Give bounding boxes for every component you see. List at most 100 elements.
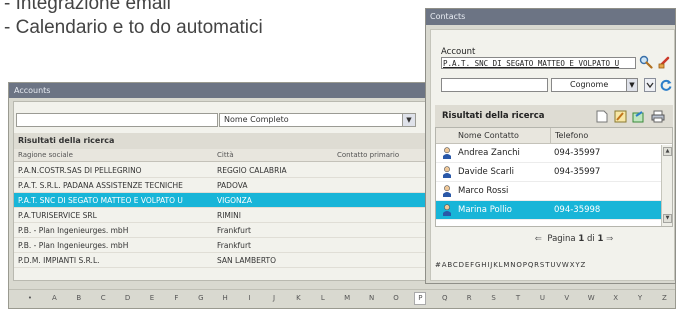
clear-account-icon[interactable] [657,55,671,69]
print-icon[interactable] [651,110,665,123]
column-header-ragione-sociale[interactable]: Ragione sociale [18,149,73,162]
alphabet-letter[interactable]: T [512,294,524,302]
table-row[interactable]: P.A.T. S.R.L. PADANA ASSISTENZE TECNICHE… [14,178,429,193]
alphabet-letter[interactable]: W [585,294,597,302]
cell-city: VIGONZA [217,196,252,205]
alphabet-letter[interactable]: Q [439,294,451,302]
alphabet-letter[interactable]: R [463,294,475,302]
alphabet-letter[interactable]: B [73,294,85,302]
prev-page-icon[interactable]: ⇐ [535,234,542,244]
pager-prefix: Pagina [547,234,576,244]
table-row[interactable]: P.A.T. SNC DI SEGATO MATTEO E VOLPATO U V… [14,193,429,208]
pager-sep: di [586,234,595,244]
alphabet-letter[interactable]: D [122,294,134,302]
chevron-down-icon[interactable]: ▼ [402,114,415,126]
table-row[interactable]: Davide Scarli 094-35997 [436,163,672,182]
alphabet-letter[interactable]: F [170,294,182,302]
cell-name: P.D.M. IMPIANTI S.R.L. [18,256,100,265]
cell-city: REGGIO CALABRIA [217,166,287,175]
pager-current: 1 [578,234,585,244]
accounts-panel: Nome Completo ▼ Risultati della ricerca … [13,101,430,281]
alphabet-letter[interactable]: L [317,294,329,302]
cell-name: P.B. - Plan Ingenieurges. mbH [18,241,129,250]
column-header-citta[interactable]: Città [217,149,234,162]
alphabet-letter[interactable]: G [195,294,207,302]
edit-icon[interactable] [614,110,627,123]
contacts-table-header: Nome Contatto Telefono [436,128,672,144]
cell-name: Marco Rossi [458,186,509,196]
alphabet-letter[interactable]: X [610,294,622,302]
cell-phone: 094-35998 [554,205,601,215]
alphabet-letter[interactable]: Y [634,294,646,302]
alphabet-letter[interactable]: E [146,294,158,302]
contacts-panel: Account P.A.T. SNC DI SEGATO MATTEO E VO… [430,29,675,281]
bullet-item: - Calendario e to do automatici [4,17,263,38]
contacts-alphabet-bar[interactable]: #ABCDEFGHIJKLMNOPQRSTUVWXYZ [435,261,673,269]
sync-icon[interactable] [632,110,645,123]
alphabet-letter[interactable]: C [97,294,109,302]
accounts-alphabet-bar: • A B C D E F G H I J K L M N O P Q R S T U V W X Y Z [9,289,675,307]
cell-name: P.A.N.COSTR.SAS DI PELLEGRINO [18,166,142,175]
alphabet-letter[interactable]: V [561,294,573,302]
scroll-up-icon[interactable]: ▲ [663,147,672,156]
table-row[interactable]: P.D.M. IMPIANTI S.R.L. SAN LAMBERTO [14,253,429,268]
cell-city: PADOVA [217,181,248,190]
scroll-down-icon[interactable]: ▼ [663,214,672,223]
alphabet-letter[interactable]: Z [658,294,670,302]
alphabet-letter[interactable]: K [292,294,304,302]
alphabet-letter[interactable]: H [219,294,231,302]
contacts-search-mode-value: Cognome [570,80,609,89]
contacts-search-mode-select[interactable]: Cognome ▼ [551,78,638,92]
new-document-icon[interactable] [596,110,608,123]
cell-phone: 094-35997 [554,148,601,158]
alphabet-letter[interactable]: P [414,292,427,305]
cell-city: Frankfurt [217,241,251,250]
next-page-icon[interactable]: ⇒ [606,234,613,244]
cell-name: P.A.T. SNC DI SEGATO MATTEO E VOLPATO U [18,196,183,205]
accounts-search-mode-select[interactable]: Nome Completo ▼ [219,113,416,127]
bullet-item: - Integrazione email [4,0,171,14]
alphabet-letter[interactable]: M [341,294,353,302]
table-row[interactable]: P.A.TURISERVICE SRL RIMINI [14,208,429,223]
alphabet-letter[interactable]: A [48,294,60,302]
table-row[interactable]: P.B. - Plan Ingenieurges. mbH Frankfurt [14,223,429,238]
alphabet-letter[interactable]: N [366,294,378,302]
table-row[interactable]: P.A.N.COSTR.SAS DI PELLEGRINO REGGIO CALA… [14,163,429,178]
cell-name: P.A.TURISERVICE SRL [18,211,97,220]
cell-city: SAN LAMBERTO [217,256,277,265]
person-icon [443,204,451,216]
table-row[interactable]: Marina Pollio 094-35998 [436,201,672,220]
accounts-results-title: Risultati della ricerca [14,133,429,149]
slide-bullets: - Integrazione email - Calendario e to d… [4,0,263,40]
accounts-search-mode-value: Nome Completo [224,115,289,124]
refresh-icon[interactable] [659,78,673,92]
contacts-scrollbar[interactable]: ▲ ▼ [661,145,672,226]
column-header-nome-contatto[interactable]: Nome Contatto [458,128,519,144]
contacts-search-input[interactable] [441,78,548,92]
alphabet-letter[interactable]: I [244,294,256,302]
chevron-down-icon[interactable]: ▼ [626,79,637,91]
accounts-table-header: Ragione sociale Città Contatto primario [14,149,429,162]
cell-name: Andrea Zanchi [458,148,520,158]
cell-name: Marina Pollio [458,205,513,215]
alphabet-letter[interactable]: S [488,294,500,302]
chevron-down-icon[interactable] [644,78,656,92]
alphabet-letter[interactable]: U [536,294,548,302]
accounts-search-input[interactable] [16,113,218,127]
contacts-pager: ⇐ Pagina 1 di 1 ⇒ [435,234,673,244]
alphabet-letter[interactable]: • [24,294,36,302]
search-icon[interactable] [639,55,653,69]
column-header-contatto-primario[interactable]: Contatto primario [337,149,399,162]
accounts-table-body: P.A.N.COSTR.SAS DI PELLEGRINO REGGIO CALA… [14,163,429,268]
table-row[interactable]: Andrea Zanchi 094-35997 [436,144,672,163]
alphabet-letter[interactable]: O [390,294,402,302]
account-label: Account [441,47,476,57]
table-row[interactable]: P.B. - Plan Ingenieurges. mbH Frankfurt [14,238,429,253]
cell-name: P.B. - Plan Ingenieurges. mbH [18,226,129,235]
table-row[interactable]: Marco Rossi [436,182,672,201]
alphabet-letter[interactable]: J [268,294,280,302]
column-header-telefono[interactable]: Telefono [550,128,588,144]
account-field[interactable]: P.A.T. SNC DI SEGATO MATTEO E VOLPATO U [441,57,636,69]
contacts-title: Contacts [426,9,675,25]
contacts-table: Nome Contatto Telefono Andrea Zanchi 094-… [435,127,673,227]
